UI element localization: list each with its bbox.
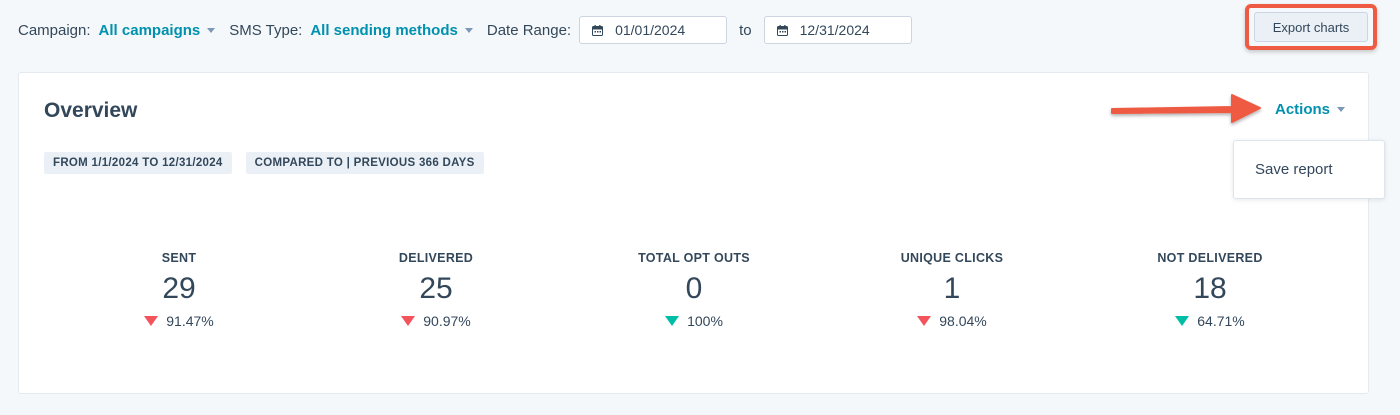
sms-type-label: SMS Type: xyxy=(229,21,303,39)
metric-change-value: 91.47% xyxy=(166,313,214,329)
filter-bar: Campaign: All campaigns SMS Type: All se… xyxy=(18,14,912,46)
end-date-value: 12/31/2024 xyxy=(799,22,870,38)
to-label: to xyxy=(739,21,752,39)
actions-label: Actions xyxy=(1275,101,1331,118)
metric-label: DELIVERED xyxy=(398,251,474,265)
campaign-label: Campaign: xyxy=(18,21,91,39)
calendar-icon xyxy=(592,24,604,36)
actions-dropdown-menu: Save report xyxy=(1233,140,1385,199)
metric-unique-clicks: UNIQUE CLICKS 1 98.04% xyxy=(852,251,1052,329)
calendar-icon xyxy=(776,24,788,36)
down-arrow-icon xyxy=(401,316,416,326)
metric-value: 18 xyxy=(1193,272,1227,305)
start-date-value: 01/01/2024 xyxy=(615,22,686,38)
sms-type-dropdown[interactable]: All sending methods xyxy=(310,22,473,39)
metric-change-value: 100% xyxy=(687,313,723,329)
metric-label: SENT xyxy=(161,251,197,265)
sms-type-value: All sending methods xyxy=(310,21,458,39)
metric-value: 29 xyxy=(162,272,196,305)
metric-label: UNIQUE CLICKS xyxy=(900,251,1004,265)
down-arrow-icon xyxy=(917,316,932,326)
metric-change-value: 64.71% xyxy=(1197,313,1245,329)
export-highlight-box: Export charts xyxy=(1245,4,1377,50)
chevron-down-icon xyxy=(207,27,216,33)
metric-change: 64.71% xyxy=(1110,313,1310,329)
campaign-dropdown[interactable]: All campaigns xyxy=(99,22,216,39)
metric-change: 100% xyxy=(594,313,794,329)
start-date-input[interactable]: 01/01/2024 xyxy=(579,16,728,44)
down-arrow-icon xyxy=(144,316,159,326)
metric-change: 90.97% xyxy=(336,313,536,329)
metric-sent: SENT 29 91.47% xyxy=(79,251,279,329)
down-arrow-icon xyxy=(665,316,680,326)
metric-value: 1 xyxy=(943,272,961,305)
actions-button[interactable]: Actions xyxy=(1275,101,1346,118)
metric-change: 98.04% xyxy=(852,313,1052,329)
save-report-menu-item[interactable]: Save report xyxy=(1255,161,1333,178)
chevron-down-icon xyxy=(464,27,473,33)
tag-row: FROM 1/1/2024 TO 12/31/2024 COMPARED TO … xyxy=(44,152,484,174)
metric-change: 91.47% xyxy=(79,313,279,329)
metric-total-opt-outs: TOTAL OPT OUTS 0 100% xyxy=(594,251,794,329)
metric-delivered: DELIVERED 25 90.97% xyxy=(336,251,536,329)
metric-label: NOT DELIVERED xyxy=(1157,251,1263,265)
metric-label: TOTAL OPT OUTS xyxy=(638,251,750,265)
metric-change-value: 98.04% xyxy=(939,313,987,329)
metric-not-delivered: NOT DELIVERED 18 64.71% xyxy=(1110,251,1310,329)
down-arrow-icon xyxy=(1175,316,1190,326)
date-range-tag: FROM 1/1/2024 TO 12/31/2024 xyxy=(44,152,232,174)
comparison-tag: COMPARED TO | PREVIOUS 366 DAYS xyxy=(245,152,484,174)
metric-value: 0 xyxy=(685,272,703,305)
page-title: Overview xyxy=(44,99,138,122)
metric-value: 25 xyxy=(419,272,453,305)
date-range-label: Date Range: xyxy=(486,21,572,39)
end-date-input[interactable]: 12/31/2024 xyxy=(763,16,912,44)
campaign-value: All campaigns xyxy=(98,21,201,39)
export-charts-button[interactable]: Export charts xyxy=(1254,12,1368,42)
chevron-down-icon xyxy=(1337,107,1346,112)
metric-change-value: 90.97% xyxy=(423,313,471,329)
annotation-arrow-icon xyxy=(1111,94,1261,123)
